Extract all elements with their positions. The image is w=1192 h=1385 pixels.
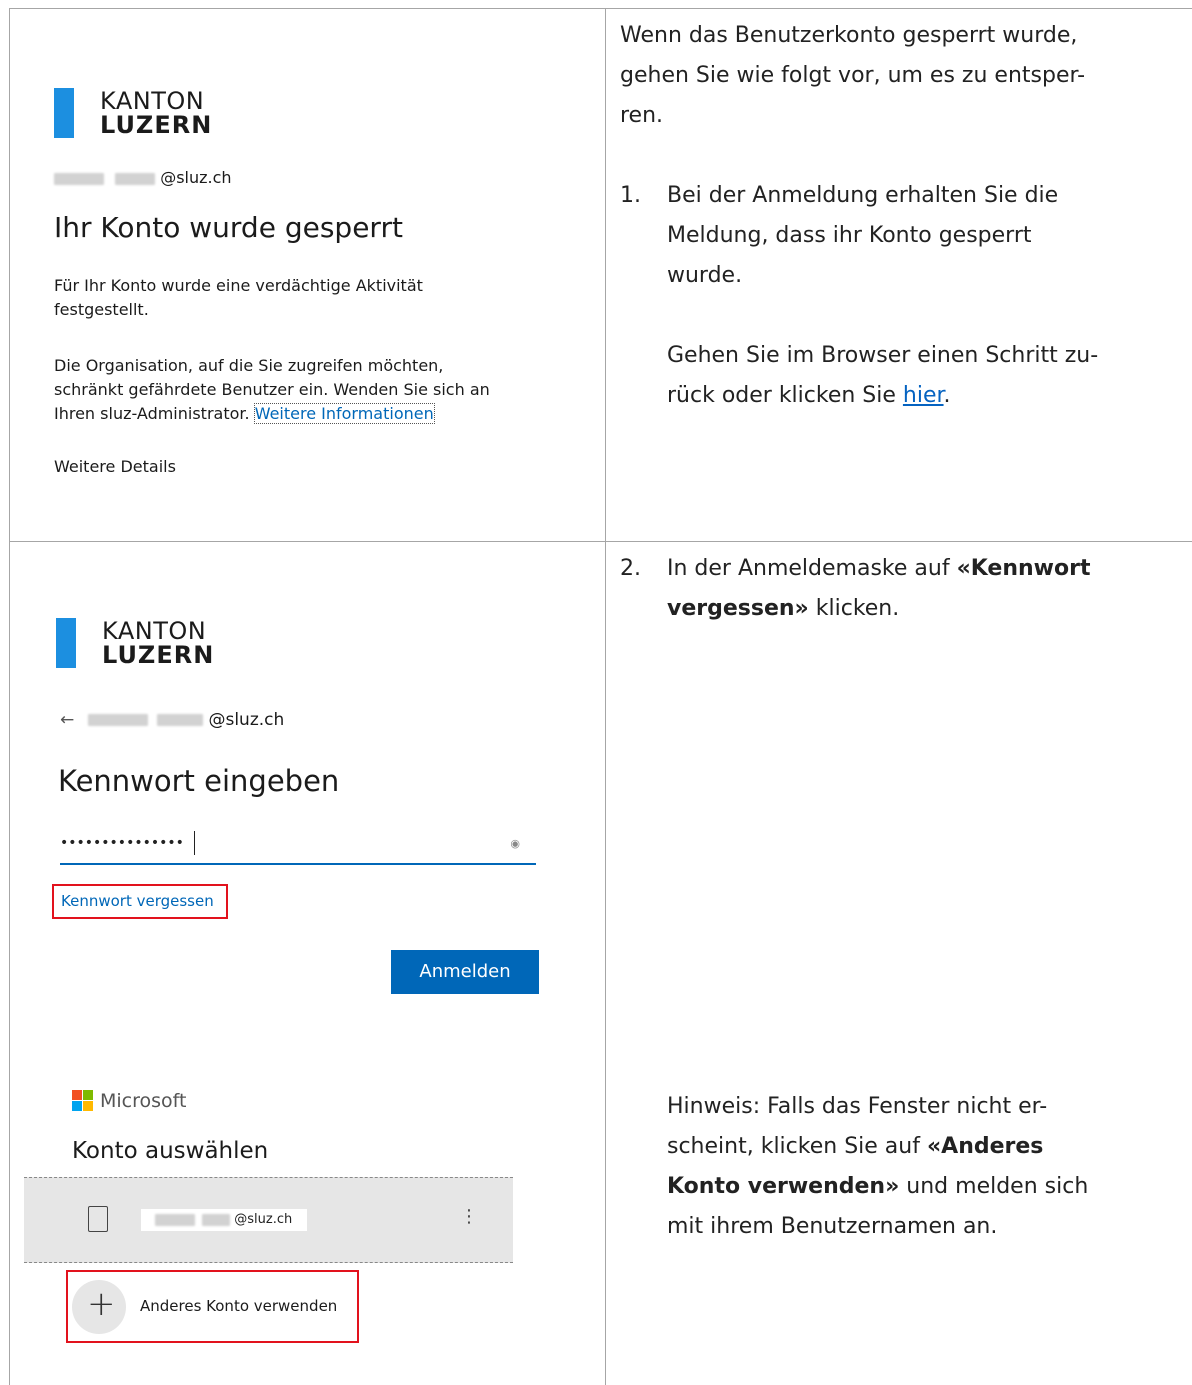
step2-line1-bold: «Kennwort (956, 556, 1091, 581)
para2-line1: Die Organisation, auf die Sie zugreifen … (54, 356, 444, 375)
text-cursor (194, 831, 195, 855)
step2-line2-bold: vergessen» (667, 596, 809, 621)
step2-number: 2. (620, 556, 641, 581)
hint-line4: mit ihrem Benutzernamen an. (667, 1214, 998, 1239)
step1-line3: wurde. (667, 263, 743, 288)
password-field[interactable]: ••••••••••••••• ◉ (60, 827, 536, 863)
redacted-name-2 (87, 714, 148, 726)
step2-line2-suffix: klicken. (808, 596, 900, 621)
row2-screenshots: KANTON LUZERN ← @sluz.ch Kennwort eingeb… (10, 542, 605, 1385)
kanton-luzern-logo: KANTON LUZERN (54, 88, 212, 138)
step1-number: 1. (620, 183, 641, 208)
email-domain: @sluz.ch (160, 168, 232, 187)
back-line2-suffix: . (943, 383, 951, 408)
para2-line3-prefix: Ihren sluz-Administrator. (54, 404, 250, 423)
hint-line3: Konto verwenden» und melden sich (667, 1167, 1187, 1207)
redacted-name-3 (155, 1213, 195, 1226)
logo-line1: KANTON (100, 87, 205, 115)
hint-line3-suffix: und melden sich (899, 1174, 1089, 1199)
row1-instructions: Wenn das Benutzerkonto gesperrt wurde, g… (620, 16, 1190, 416)
account-email-field: @sluz.ch (141, 1209, 307, 1231)
step2-line2: vergessen» klicken. (667, 589, 1190, 629)
step1-line1: Bei der Anmeldung erhalten Sie die (667, 183, 1059, 208)
logo-bar-2 (56, 618, 76, 668)
hint-line3-bold: Konto verwenden» (667, 1174, 900, 1199)
plus-glyph: + (87, 1284, 116, 1324)
forgot-password-link[interactable]: Kennwort vergessen (61, 892, 214, 910)
row2-instructions: 2. In der Anmeldemaske auf «Kennwort ver… (620, 549, 1190, 1239)
para1-line2: festgestellt. (54, 300, 149, 319)
more-info-link[interactable]: Weitere Informationen (253, 403, 435, 424)
organization-text: Die Organisation, auf die Sie zugreifen … (54, 354, 490, 426)
step2-line1-prefix: In der Anmeldemaske auf (667, 556, 957, 581)
signin-button[interactable]: Anmelden (391, 950, 539, 994)
microsoft-text: Microsoft (100, 1090, 187, 1112)
instruction-table: KANTON LUZERN @sluz.ch Ihr Konto wurde g… (9, 8, 1192, 1385)
intro-line3: ren. (620, 103, 664, 128)
password-underline (60, 863, 536, 865)
choose-account-heading: Konto auswählen (72, 1138, 269, 1164)
microsoft-brand: Microsoft (72, 1090, 186, 1112)
enter-password-heading: Kennwort eingeben (58, 764, 340, 798)
table-border-middle (605, 8, 606, 1385)
eye-icon[interactable]: ◉ (510, 837, 520, 850)
microsoft-logo-icon (72, 1090, 94, 1112)
back-arrow-icon[interactable]: ← (60, 710, 74, 730)
redacted-surname-3 (202, 1213, 231, 1226)
kanton-luzern-logo-2: KANTON LUZERN (56, 618, 214, 668)
more-details-link[interactable]: Weitere Details (54, 455, 176, 479)
logo2-line1: KANTON (102, 617, 207, 645)
account-email-domain: @sluz.ch (234, 1212, 293, 1227)
suspicious-activity-text: Für Ihr Konto wurde eine verdächtige Akt… (54, 274, 423, 322)
para2-line2: schränkt gefährdete Benutzer ein. Wenden… (54, 380, 490, 399)
badge-icon (88, 1206, 108, 1232)
hint-line1: Hinweis: Falls das Fenster nicht er- (667, 1094, 1048, 1119)
logo2-line2: LUZERN (102, 641, 215, 669)
other-account-option[interactable]: + Anderes Konto verwenden (72, 1277, 352, 1337)
step1-line2: Meldung, dass ihr Konto gesperrt (667, 223, 1032, 248)
back-line1: Gehen Sie im Browser einen Schritt zu- (667, 343, 1099, 368)
logo-line2: LUZERN (100, 111, 213, 139)
para1-line1: Für Ihr Konto wurde eine verdächtige Akt… (54, 276, 423, 295)
kebab-menu-icon[interactable]: ⋮ (460, 1206, 478, 1227)
back-line2-prefix: rück oder klicken Sie (667, 383, 903, 408)
logo-bar (54, 88, 74, 138)
account-email: @sluz.ch (54, 168, 232, 187)
para2-line3: Ihren sluz-Administrator. Weitere Inform… (54, 402, 490, 426)
redacted-surname (115, 172, 156, 185)
hint-line2-prefix: scheint, klicken Sie auf (667, 1134, 927, 1159)
redacted-surname-2 (157, 714, 204, 726)
step2-line1: In der Anmeldemaske auf «Kennwort (667, 549, 1190, 589)
locked-heading: Ihr Konto wurde gesperrt (54, 211, 403, 244)
account-tile[interactable]: @sluz.ch ⋮ (24, 1177, 513, 1263)
signin-identity: ← @sluz.ch (60, 710, 284, 730)
password-dots: ••••••••••••••• (60, 835, 184, 851)
row1-screenshot: KANTON LUZERN @sluz.ch Ihr Konto wurde g… (10, 9, 605, 541)
hint-line2-bold: «Anderes (926, 1134, 1044, 1159)
other-account-label: Anderes Konto verwenden (140, 1297, 338, 1315)
back-line2: rück oder klicken Sie hier. (667, 376, 1190, 416)
hint-line2: scheint, klicken Sie auf «Anderes (667, 1127, 1187, 1167)
redacted-name (54, 172, 104, 185)
intro-line2: gehen Sie wie folgt vor, um es zu entspe… (620, 63, 1086, 88)
hint-block: Hinweis: Falls das Fenster nicht er- sch… (667, 1087, 1187, 1247)
intro-line1: Wenn das Benutzerkonto gesperrt wurde, (620, 23, 1078, 48)
email-domain-2: @sluz.ch (208, 710, 285, 730)
here-link[interactable]: hier (903, 383, 944, 408)
